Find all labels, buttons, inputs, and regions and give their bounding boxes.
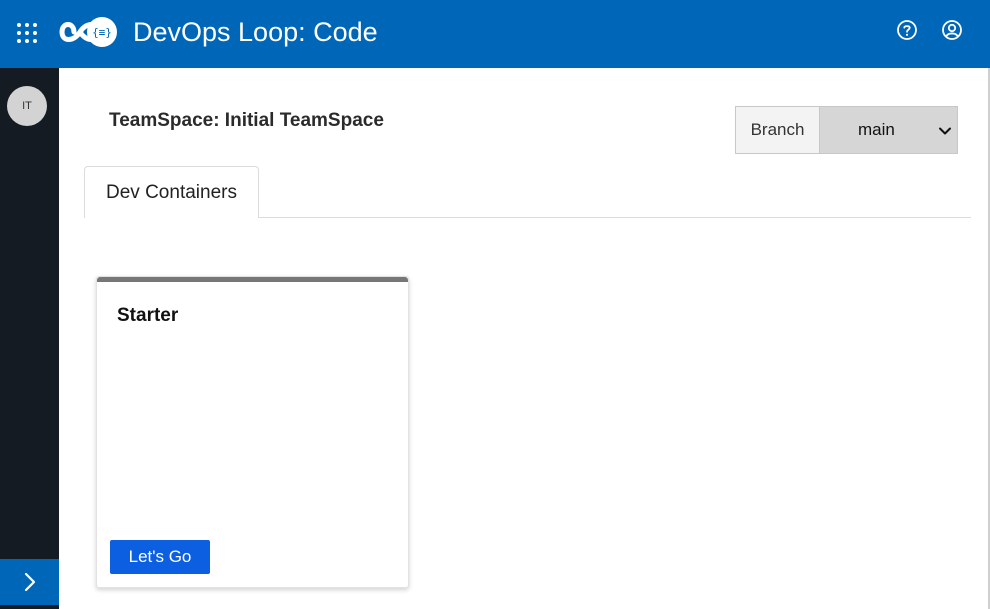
app-launcher-icon[interactable] [16, 22, 38, 44]
svg-text:{≡}: {≡} [92, 26, 112, 39]
chevron-down-icon [939, 127, 951, 135]
app-title: DevOps Loop: Code [133, 17, 378, 47]
branch-label: Branch [736, 107, 820, 153]
expand-rail-button[interactable] [0, 559, 59, 605]
page-title: TeamSpace: Initial TeamSpace [109, 110, 384, 131]
branch-selector: Branch main [735, 106, 958, 154]
devops-loop-logo-icon: {≡} [58, 14, 120, 50]
card-title: Starter [117, 305, 179, 326]
branch-dropdown[interactable]: main [820, 107, 957, 153]
lets-go-button[interactable]: Let's Go [110, 540, 210, 574]
card-accent-bar [97, 277, 408, 282]
dev-container-card: Starter Let's Go [96, 276, 409, 588]
chevron-right-icon [24, 572, 35, 592]
tab-dev-containers[interactable]: Dev Containers [84, 166, 259, 218]
help-icon[interactable] [896, 19, 918, 41]
left-navigation-rail [0, 68, 59, 609]
user-icon[interactable] [941, 19, 963, 41]
branch-selected-value: main [858, 120, 895, 139]
avatar[interactable]: IT [7, 86, 47, 126]
